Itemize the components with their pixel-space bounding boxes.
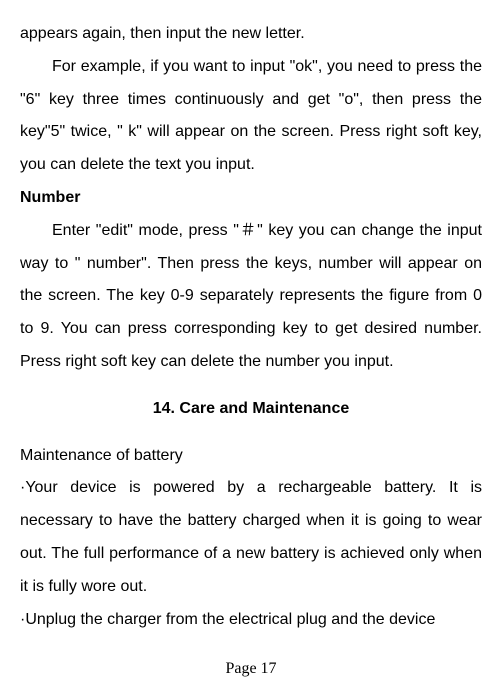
body-text-paragraph: ·Your device is powered by a rechargeabl… (20, 472, 482, 603)
body-text-paragraph: Enter "edit" mode, press "＃" key you can… (20, 215, 482, 379)
page-number: Page 17 (0, 661, 502, 677)
body-text-line: appears again, then input the new letter… (20, 18, 482, 51)
body-text-paragraph: ·Unplug the charger from the electrical … (20, 604, 482, 637)
body-text-line: Maintenance of battery (20, 440, 482, 473)
body-text-paragraph: For example, if you want to input "ok", … (20, 51, 482, 182)
section-heading: 14. Care and Maintenance (20, 393, 482, 426)
subheading-number: Number (20, 182, 482, 215)
